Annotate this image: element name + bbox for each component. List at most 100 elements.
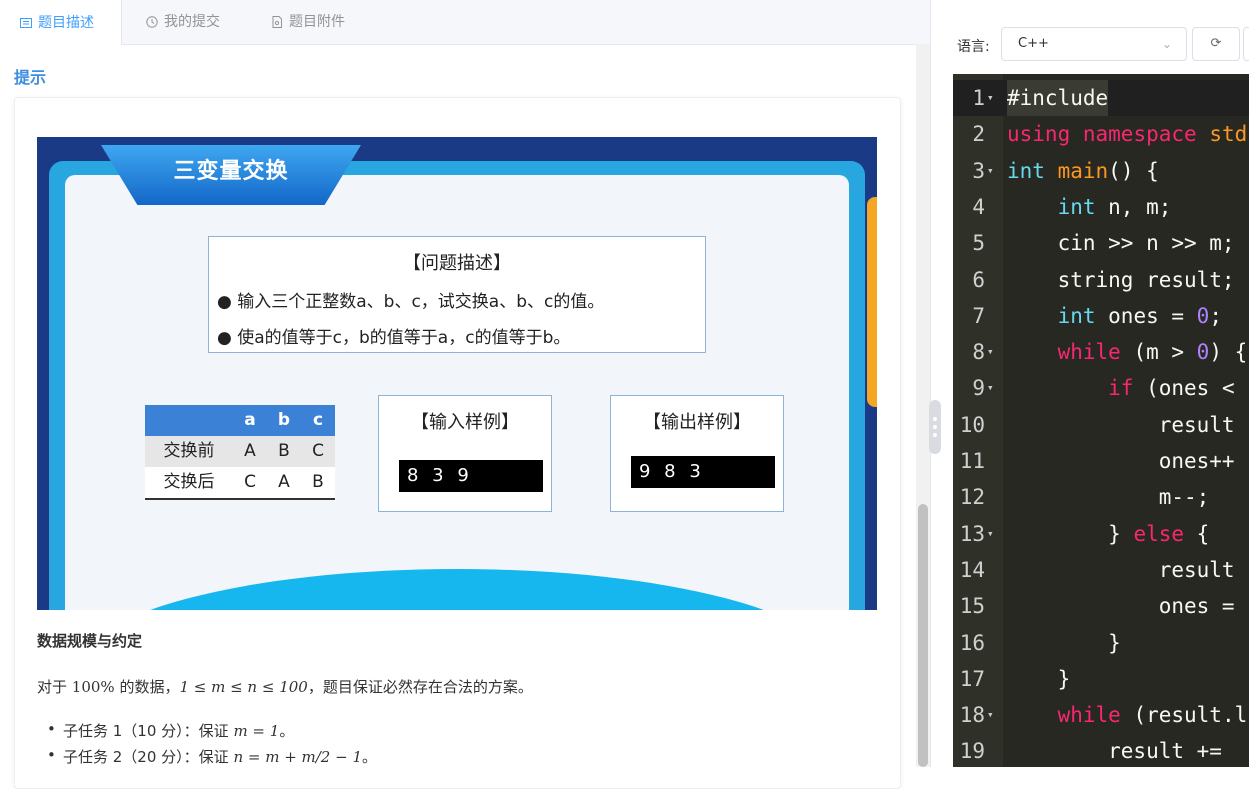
code-text: result [1007,557,1235,582]
code-line[interactable]: 2 using namespace std [953,116,1249,152]
code-text: #include [1007,80,1109,116]
subtask-text: 子任务 1（10 分）：保证 [63,722,234,740]
reset-code-button[interactable]: ⟳ [1192,27,1240,61]
code-text: } [1007,630,1121,655]
code-editor[interactable]: 1 ▾ #include 2 using namespace std 3 ▾ int main… [953,74,1249,767]
code-line[interactable]: 4 int n, m; [953,189,1249,225]
code-line[interactable]: 16 } [953,625,1249,661]
language-select-value: C++ [1018,36,1049,51]
table-row: 交换后 C A B [145,467,335,498]
code-line[interactable]: 11 ones++ [953,443,1249,479]
code-line[interactable]: 17 } [953,661,1249,697]
code-line[interactable]: 13 ▾ } else { [953,516,1249,552]
tab-attachments[interactable]: 题目附件 [271,0,345,44]
code-text: if (ones < [1108,376,1235,401]
table-header-row: a b c [145,405,335,436]
fold-toggle-icon[interactable]: ▾ [987,516,994,552]
desc-item: ● 输入三个正整数a、b、c，试交换a、b、c的值。 [217,292,605,312]
input-sample-title: 【输入样例】 [411,412,519,433]
tab-description[interactable]: 题目描述 [0,0,122,45]
language-label: 语言: [957,39,990,55]
line-number: 13 [959,521,985,546]
code-line[interactable]: 12 m--; [953,479,1249,515]
code-line[interactable]: 3 ▾ int main() { [953,153,1249,189]
refresh-icon: ⟳ [1210,36,1222,51]
subtask-text: 子任务 2（20 分）：保证 [63,748,234,766]
line-number: 7 [972,303,985,328]
para-math: 1 ≤ m ≤ n ≤ 100 [179,678,308,696]
line-number: 5 [972,231,985,256]
code-text: int main() { [1007,158,1159,183]
line-number: 8 [972,340,985,365]
line-number: 11 [959,449,985,473]
code-text: ones++ [1007,449,1235,473]
line-number: 18 [959,703,985,728]
table-cell: A [244,441,256,461]
code-line[interactable]: 1 ▾ #include [953,80,1249,116]
subtask-math: m = 1 [233,722,280,740]
code-text: result += [1007,739,1222,764]
problem-description-box: 【问题描述】 ● 输入三个正整数a、b、c，试交换a、b、c的值。 ● 使a的值… [208,236,706,353]
resize-handle[interactable] [929,400,941,454]
fold-toggle-icon[interactable]: ▾ [987,370,994,406]
code-line[interactable]: 7 int ones = 0; [953,298,1249,334]
code-text: m--; [1007,485,1210,510]
problem-panel: 题目描述 我的提交 题目附件 提示 三变量交换 【问题描述】 ● 输入三个正整数… [0,0,930,789]
para-text: ，题目保证必然存在合法的方案。 [307,678,533,696]
tab-submissions[interactable]: 我的提交 [146,0,220,44]
code-line[interactable]: 5 cin >> n >> m; [953,225,1249,261]
left-scrollbar[interactable] [916,44,930,767]
code-text: } [1007,666,1071,691]
table-cell: C [312,441,324,461]
editor-settings-button[interactable] [1243,27,1249,61]
output-sample-box: 【输出样例】 9 8 3 [610,395,784,512]
tab-submissions-label: 我的提交 [164,14,220,30]
line-number: 1 [972,86,985,110]
code-line[interactable]: 14 result [953,552,1249,588]
table-cell: B [312,472,324,492]
constraints-paragraph: 对于 100% 的数据，1 ≤ m ≤ n ≤ 100，题目保证必然存在合法的方… [37,676,533,697]
code-text: result [1007,412,1235,437]
code-text: while (result.l [1057,703,1248,728]
line-number: 16 [959,630,985,655]
subtask-text: 。 [279,722,295,740]
fold-toggle-icon[interactable]: ▾ [987,80,994,116]
description-icon [20,17,32,28]
code-line[interactable]: 18 ▾ while (result.l [953,697,1249,733]
swap-table: a b c 交换前 A B C 交换后 C A B [145,405,335,500]
language-select[interactable]: C++ ⌄ [1001,27,1187,61]
left-scrollbar-thumb[interactable] [918,504,928,767]
code-line[interactable]: 15 ones = [953,588,1249,624]
code-line[interactable]: 6 string result; [953,262,1249,298]
fold-toggle-icon[interactable]: ▾ [987,334,994,370]
code-line[interactable]: 9 ▾ if (ones < [953,370,1249,406]
line-number: 4 [972,194,985,219]
fold-toggle-icon[interactable]: ▾ [987,153,994,189]
code-line[interactable]: 8 ▾ while (m > 0) { [953,334,1249,370]
output-sample-value: 9 8 3 [631,456,775,488]
output-sample-title: 【输出样例】 [643,412,751,433]
fold-toggle-icon[interactable]: ▾ [987,697,994,733]
code-line[interactable]: 10 result [953,407,1249,443]
para-text: 的数据， [114,678,180,696]
input-sample-value: 8 3 9 [399,460,543,492]
table-cell: B [278,441,290,461]
table-cell: 交换前 [163,441,215,461]
para-math: 100% [71,678,115,696]
input-sample-box: 【输入样例】 8 3 9 [378,395,552,512]
code-text: int n, m; [1057,194,1172,219]
subtask-item: 子任务 1（10 分）：保证 m = 1。 [47,720,295,741]
tab-bar: 题目描述 我的提交 题目附件 [0,0,930,45]
code-line[interactable]: 19 result += [953,733,1249,767]
table-header-cell: a [244,410,256,430]
line-number: 6 [972,267,985,292]
hint-heading: 提示 [14,68,47,87]
line-number: 3 [972,158,985,183]
desc-item: ● 使a的值等于c，b的值等于a，c的值等于b。 [217,328,571,348]
tab-description-label: 题目描述 [38,14,94,31]
line-number: 19 [959,739,985,764]
table-cell: A [278,472,290,492]
clock-icon [146,16,158,28]
desc-item-text: 使a的值等于c，b的值等于a，c的值等于b。 [237,328,571,348]
code-text: ones = [1007,594,1235,619]
